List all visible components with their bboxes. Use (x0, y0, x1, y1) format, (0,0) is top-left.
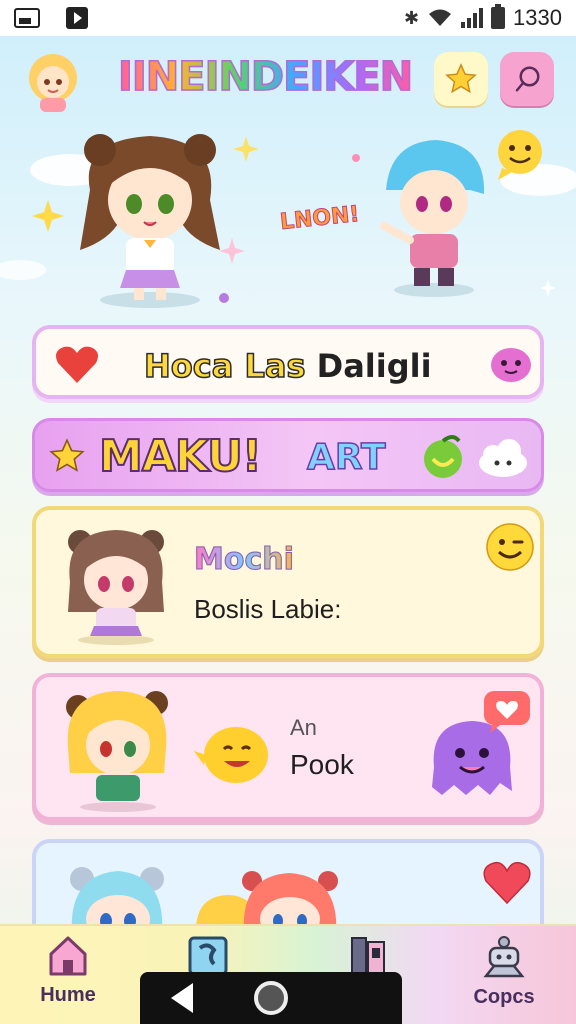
card-subtitle: Boslis Labie: (194, 594, 342, 624)
hero-illustration: LNON! (0, 120, 576, 320)
image-icon (14, 8, 40, 28)
pink-blob-icon (491, 348, 531, 382)
battery-icon (491, 4, 506, 29)
boy-character (380, 140, 485, 297)
daily-banner-text: Hoca Las Daligli (143, 346, 432, 386)
nav-home[interactable]: Hume (18, 934, 118, 1024)
chat-bubble-icon (515, 66, 540, 92)
signal-icon (461, 8, 484, 28)
pook-avatar (66, 691, 168, 812)
card-caption: An (290, 715, 317, 740)
mute-icon: ✱ (403, 7, 420, 28)
smile-emoji-icon (486, 523, 534, 571)
wifi-icon (429, 9, 452, 26)
home-icon (49, 936, 87, 976)
robot-icon (483, 936, 525, 978)
back-icon[interactable] (170, 983, 193, 1013)
nav-copcs-label: Copcs (473, 986, 535, 1008)
maku-art-banner[interactable]: MAKU! ART (32, 418, 544, 492)
happy-bubble-mascot (194, 727, 268, 783)
recent-apps-icon[interactable] (349, 987, 371, 1009)
nav-copcs[interactable]: Copcs (454, 934, 554, 1024)
daily-banner[interactable]: Hoca Las Daligli (32, 325, 544, 399)
home-circle-icon[interactable] (253, 981, 288, 1015)
girl-character (80, 134, 220, 308)
apple-icon (424, 435, 462, 478)
star-icon (445, 63, 477, 94)
mochi-avatar (68, 530, 164, 645)
play-store-icon (66, 7, 88, 29)
heart-icon (483, 861, 531, 905)
heart-icon (56, 346, 98, 383)
character-card-mochi[interactable]: Mochi Boslis Labie: (32, 506, 544, 658)
chat-button[interactable] (500, 52, 554, 106)
nav-home-label: Hume (40, 984, 96, 1006)
star-icon (49, 438, 85, 472)
heart-bubble-icon (484, 691, 530, 733)
status-bar: ✱ 1330 (0, 0, 576, 36)
group-avatars (70, 867, 338, 935)
profile-avatar[interactable] (20, 48, 86, 114)
cloud-mascot-icon (479, 439, 527, 477)
character-card-pook[interactable]: An Pook (32, 673, 544, 821)
system-navigation-bar (140, 972, 402, 1024)
status-time: 1330 (513, 5, 562, 30)
maku-title: MAKU! (98, 430, 263, 483)
app-title: IINEINDEIKEN (117, 53, 414, 101)
favorites-button[interactable] (434, 52, 488, 106)
card-title: Pook (290, 749, 354, 780)
app-header: IINEINDEIKEN (0, 40, 576, 120)
art-subtitle: ART (306, 436, 386, 479)
card-title: Mochi (194, 542, 295, 578)
